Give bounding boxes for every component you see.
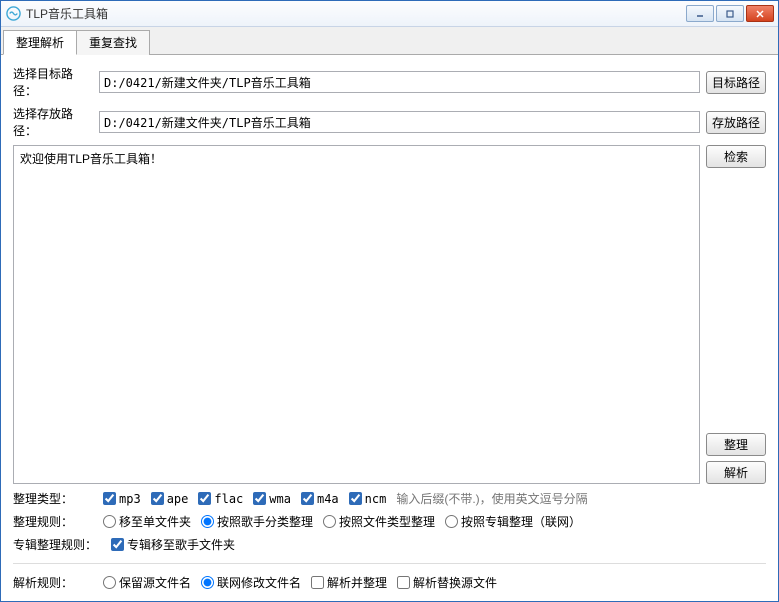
window-controls: [686, 5, 774, 22]
chk-parse-and-organize[interactable]: 解析并整理: [311, 574, 387, 591]
target-path-button[interactable]: 目标路径: [706, 71, 766, 94]
chk-ape[interactable]: ape: [151, 492, 189, 506]
save-path-button[interactable]: 存放路径: [706, 111, 766, 134]
save-path-input[interactable]: [99, 111, 700, 133]
rad-by-album[interactable]: 按照专辑整理（联网）: [445, 513, 581, 530]
tab-organize-parse[interactable]: 整理解析: [3, 30, 77, 55]
window-title: TLP音乐工具箱: [26, 5, 686, 22]
log-output[interactable]: 欢迎使用TLP音乐工具箱！: [13, 145, 700, 484]
organize-rule-row: 整理规则： 移至单文件夹 按照歌手分类整理 按照文件类型整理 按照专辑整理（联网…: [13, 513, 766, 530]
window: TLP音乐工具箱 整理解析 重复查找 选择目标路径： 目标路径 选择存放路径： …: [0, 0, 779, 602]
type-filter-row: 整理类型： mp3 ape flac wma m4a ncm: [13, 490, 766, 507]
chk-ncm[interactable]: ncm: [349, 492, 387, 506]
organize-button[interactable]: 整理: [706, 433, 766, 456]
save-path-row: 选择存放路径： 存放路径: [13, 105, 766, 139]
target-path-input[interactable]: [99, 71, 700, 93]
parse-button[interactable]: 解析: [706, 461, 766, 484]
album-rule-label: 专辑整理规则：: [13, 536, 101, 553]
chk-parse-replace-source[interactable]: 解析替换源文件: [397, 574, 497, 591]
type-filter-label: 整理类型：: [13, 490, 93, 507]
close-button[interactable]: [746, 5, 774, 22]
parse-rule-label: 解析规则：: [13, 574, 93, 591]
album-rule-row: 专辑整理规则： 专辑移至歌手文件夹: [13, 536, 766, 553]
app-icon: [5, 6, 21, 22]
chk-mp3[interactable]: mp3: [103, 492, 141, 506]
rad-single-folder[interactable]: 移至单文件夹: [103, 513, 191, 530]
target-path-row: 选择目标路径： 目标路径: [13, 65, 766, 99]
separator: [13, 563, 766, 564]
save-path-label: 选择存放路径：: [13, 105, 93, 139]
content: 选择目标路径： 目标路径 选择存放路径： 存放路径 欢迎使用TLP音乐工具箱！ …: [1, 55, 778, 601]
maximize-button[interactable]: [716, 5, 744, 22]
target-path-label: 选择目标路径：: [13, 65, 93, 99]
type-filter-input[interactable]: [396, 492, 766, 506]
tab-duplicate-find[interactable]: 重复查找: [76, 30, 150, 55]
rad-by-filetype[interactable]: 按照文件类型整理: [323, 513, 435, 530]
chk-m4a[interactable]: m4a: [301, 492, 339, 506]
organize-rule-label: 整理规则：: [13, 513, 93, 530]
titlebar: TLP音乐工具箱: [1, 1, 778, 27]
rad-by-artist[interactable]: 按照歌手分类整理: [201, 513, 313, 530]
chk-album-to-artist[interactable]: 专辑移至歌手文件夹: [111, 536, 235, 553]
rad-online-rename[interactable]: 联网修改文件名: [201, 574, 301, 591]
parse-rule-row: 解析规则： 保留源文件名 联网修改文件名 解析并整理 解析替换源文件: [13, 574, 766, 591]
minimize-button[interactable]: [686, 5, 714, 22]
chk-flac[interactable]: flac: [198, 492, 243, 506]
rad-keep-filename[interactable]: 保留源文件名: [103, 574, 191, 591]
chk-wma[interactable]: wma: [253, 492, 291, 506]
side-buttons: 检索 整理 解析: [706, 145, 766, 484]
tab-bar: 整理解析 重复查找: [1, 27, 778, 55]
search-button[interactable]: 检索: [706, 145, 766, 168]
log-row: 欢迎使用TLP音乐工具箱！ 检索 整理 解析: [13, 145, 766, 484]
